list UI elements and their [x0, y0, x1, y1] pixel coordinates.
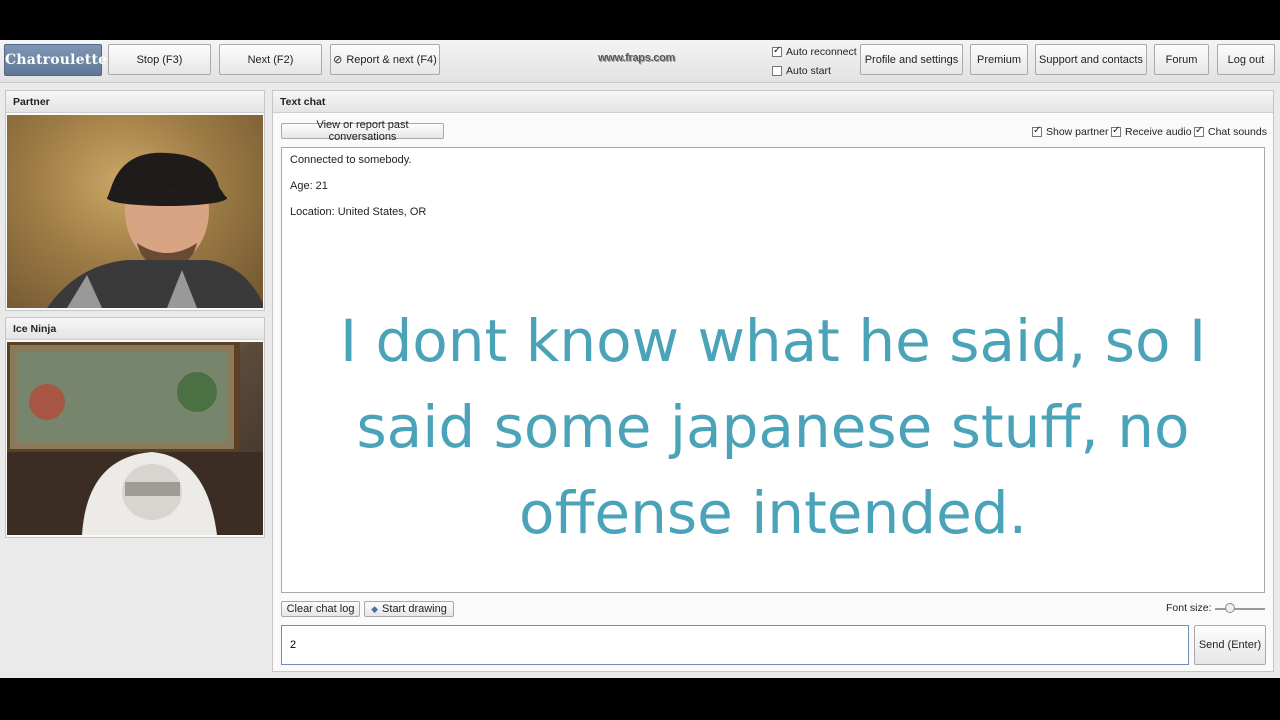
self-video[interactable] [7, 342, 263, 535]
chat-log-line: Age: 21 [290, 180, 328, 192]
partner-panel-title: Partner [6, 91, 264, 113]
auto-reconnect-toggle[interactable]: Auto reconnect [772, 45, 857, 58]
auto-start-label: Auto start [786, 65, 831, 77]
chat-log-line: Location: United States, OR [290, 206, 427, 218]
forum-label: Forum [1165, 53, 1198, 66]
clear-chat-log-button[interactable]: Clear chat log [281, 601, 360, 617]
send-button[interactable]: Send (Enter) [1194, 625, 1266, 665]
support-contacts-button[interactable]: Support and contacts [1035, 44, 1147, 75]
next-button[interactable]: Next (F2) [219, 44, 322, 75]
report-next-button-label: Report & next (F4) [346, 53, 437, 66]
show-partner-checkbox[interactable] [1032, 125, 1042, 137]
send-button-label: Send (Enter) [1198, 639, 1262, 651]
show-partner-toggle[interactable]: Show partner [1032, 125, 1109, 138]
fraps-watermark: www.fraps.com [598, 52, 675, 64]
support-contacts-label: Support and contacts [1039, 53, 1143, 66]
pencil-icon: ◆ [371, 603, 379, 614]
message-input[interactable] [281, 625, 1189, 665]
text-chat-panel: Text chat View or report past conversati… [272, 90, 1274, 672]
self-panel-title: Ice Ninja [6, 318, 264, 340]
report-icon: ⊘ [333, 54, 343, 66]
self-panel: Ice Ninja [5, 317, 265, 538]
partner-video-frame [47, 152, 263, 308]
partner-panel: Partner [5, 90, 265, 311]
receive-audio-checkbox[interactable] [1111, 125, 1121, 137]
start-drawing-button[interactable]: ◆ Start drawing [364, 601, 454, 617]
font-size-slider-knob[interactable] [1225, 603, 1235, 613]
start-drawing-label: Start drawing [382, 603, 447, 615]
receive-audio-toggle[interactable]: Receive audio [1111, 125, 1192, 138]
stop-button[interactable]: Stop (F3) [108, 44, 211, 75]
profile-settings-label: Profile and settings [864, 53, 959, 66]
view-past-conversations-button[interactable]: View or report past conversations [281, 119, 444, 143]
logout-button[interactable]: Log out [1217, 44, 1275, 75]
chat-sounds-checkbox[interactable] [1194, 125, 1204, 137]
logout-label: Log out [1227, 53, 1265, 66]
premium-label: Premium [976, 53, 1021, 66]
chat-sounds-toggle[interactable]: Chat sounds [1194, 125, 1267, 138]
app-logo[interactable]: Chatroulette [4, 44, 107, 76]
font-size-control: Font size: [1166, 602, 1212, 614]
show-partner-label: Show partner [1046, 126, 1109, 138]
report-next-button[interactable]: ⊘ Report & next (F4) [330, 44, 440, 75]
font-size-slider[interactable] [1215, 600, 1265, 616]
auto-reconnect-checkbox[interactable] [772, 45, 782, 57]
chat-sounds-label: Chat sounds [1208, 126, 1267, 138]
font-size-label: Font size: [1166, 602, 1212, 614]
next-button-label: Next (F2) [247, 53, 294, 66]
clear-chat-log-label: Clear chat log [286, 603, 355, 615]
profile-settings-button[interactable]: Profile and settings [860, 44, 963, 75]
auto-reconnect-label: Auto reconnect [786, 46, 857, 58]
video-caption-overlay: I dont know what he said, so I said some… [339, 307, 1207, 547]
chatroulette-window: Chatroulette Stop (F3) Next (F2) ⊘ Repor… [0, 40, 1280, 678]
forum-button[interactable]: Forum [1154, 44, 1209, 75]
receive-audio-label: Receive audio [1125, 126, 1192, 138]
stop-button-label: Stop (F3) [136, 53, 183, 66]
top-toolbar: Chatroulette Stop (F3) Next (F2) ⊘ Repor… [0, 40, 1280, 83]
font-size-slider-track [1215, 608, 1265, 610]
premium-button[interactable]: Premium [970, 44, 1028, 75]
auto-start-toggle[interactable]: Auto start [772, 65, 831, 77]
chat-log-line: Connected to somebody. [290, 154, 412, 166]
chat-log[interactable]: Connected to somebody. Age: 21 Location:… [281, 147, 1265, 593]
auto-start-checkbox[interactable] [772, 66, 782, 76]
self-video-frame [7, 342, 263, 535]
view-past-conversations-label: View or report past conversations [316, 119, 409, 143]
text-chat-title: Text chat [273, 91, 1273, 113]
partner-video[interactable] [7, 115, 263, 308]
